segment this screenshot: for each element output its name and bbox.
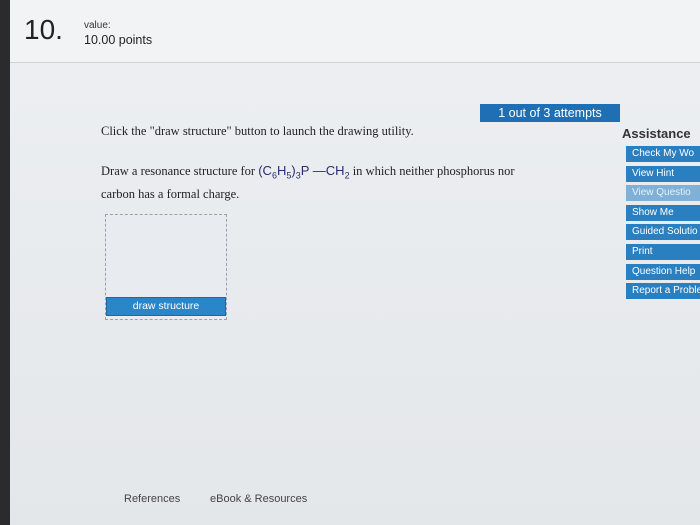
question-prefix: Draw a resonance structure for [101, 164, 256, 178]
show-me-button[interactable]: Show Me [626, 204, 700, 221]
question-page: 10. value: 10.00 points 1 out of 3 attem… [10, 0, 700, 525]
question-help-button[interactable]: Question Help [626, 263, 700, 280]
attempts-badge: 1 out of 3 attempts [480, 104, 620, 122]
value-label: value: [84, 20, 111, 31]
view-question-button[interactable]: View Questio [626, 185, 700, 202]
question-line2: carbon has a formal charge. [101, 186, 240, 201]
assistance-title: Assistance [622, 126, 691, 141]
report-a-problem-button[interactable]: Report a Proble [626, 283, 700, 300]
chemical-formula: (C6H5)3P —CH2 [258, 163, 350, 181]
points-value: 10.00 points [84, 33, 153, 47]
ebook-resources-link[interactable]: eBook & Resources [210, 493, 307, 505]
draw-structure-button[interactable]: draw structure [106, 297, 226, 316]
question-number: 10. [24, 14, 63, 45]
check-my-work-button[interactable]: Check My Wo [626, 146, 700, 162]
assistance-menu: Check My Wo View Hint View Questio Show … [626, 146, 700, 303]
references-link[interactable]: References [124, 493, 180, 505]
instruction-text: Click the "draw structure" button to lau… [101, 124, 414, 138]
print-button[interactable]: Print [626, 243, 700, 260]
guided-solution-button[interactable]: Guided Solutio [626, 224, 700, 241]
question-text: Draw a resonance structure for (C6H5)3P … [101, 162, 601, 203]
question-header: 10. value: 10.00 points [10, 0, 700, 63]
question-suffix: in which neither phosphorus nor [352, 164, 515, 178]
view-hint-button[interactable]: View Hint [626, 165, 700, 182]
